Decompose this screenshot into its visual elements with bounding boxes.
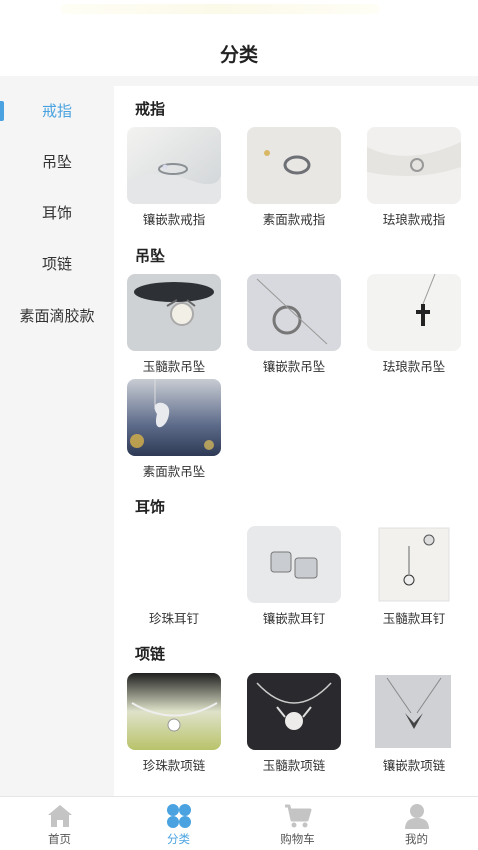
product-label: 镶嵌款戒指 xyxy=(142,212,206,227)
status-bar xyxy=(60,4,380,14)
product-image xyxy=(247,127,341,204)
sidebar-item-label: 耳饰 xyxy=(41,204,72,222)
product-label: 珍珠款项链 xyxy=(142,758,206,773)
sidebar-item-necklaces[interactable]: 项链 xyxy=(0,244,114,284)
product-image xyxy=(127,673,221,750)
product-label: 镶嵌款项链 xyxy=(382,758,446,773)
product-image xyxy=(367,127,461,204)
cart-icon xyxy=(284,803,312,829)
product-image xyxy=(367,673,461,750)
product-image xyxy=(367,274,461,351)
tab-label: 首页 xyxy=(48,832,71,846)
tab-label: 购物车 xyxy=(280,832,315,846)
product-image xyxy=(367,526,461,603)
product-image xyxy=(247,274,341,351)
sidebar-item-pendants[interactable]: 吊坠 xyxy=(0,142,114,182)
product-image xyxy=(127,274,221,351)
tab-cart[interactable]: 购物车 xyxy=(238,797,357,850)
sidebar-item-plain-epoxy[interactable]: 素面滴胶款 xyxy=(0,296,114,336)
product-image xyxy=(127,379,221,456)
section-title-pendants: 吊坠 xyxy=(135,247,166,265)
header: 分类 xyxy=(0,0,478,76)
tab-label: 我的 xyxy=(405,832,428,846)
sidebar-item-label: 戒指 xyxy=(41,102,72,120)
content-top-gap xyxy=(114,76,478,86)
product-label: 素面款吊坠 xyxy=(142,464,206,479)
tab-mine[interactable]: 我的 xyxy=(357,797,476,850)
product-label: 珍珠耳钉 xyxy=(148,611,199,626)
sidebar-item-label: 项链 xyxy=(41,255,72,273)
product-label: 珐琅款吊坠 xyxy=(382,359,446,374)
sidebar-item-rings[interactable]: 戒指 xyxy=(0,91,114,131)
sidebar-item-label: 素面滴胶款 xyxy=(19,307,95,325)
user-icon xyxy=(403,803,431,829)
product-image xyxy=(127,127,221,204)
section-title-necklaces: 项链 xyxy=(135,645,166,663)
product-image xyxy=(127,526,221,603)
product-image xyxy=(247,673,341,750)
sidebar-item-label: 吊坠 xyxy=(41,153,72,171)
product-label: 镶嵌款吊坠 xyxy=(262,359,326,374)
tab-label: 分类 xyxy=(167,832,190,846)
section-title-rings: 戒指 xyxy=(135,100,166,118)
product-label: 素面款戒指 xyxy=(262,212,326,227)
category-sidebar: 戒指 吊坠 耳饰 项链 素面滴胶款 xyxy=(0,76,114,796)
home-icon xyxy=(46,803,74,829)
product-label: 玉髓款吊坠 xyxy=(142,359,206,374)
sidebar-item-earrings[interactable]: 耳饰 xyxy=(0,193,114,233)
section-title-earrings: 耳饰 xyxy=(135,498,166,516)
page-title: 分类 xyxy=(219,44,258,66)
category-icon xyxy=(165,803,193,829)
product-label: 镶嵌款耳钉 xyxy=(262,611,326,626)
tab-home[interactable]: 首页 xyxy=(0,797,119,850)
product-label: 玉髓款耳钉 xyxy=(382,611,446,626)
product-label: 珐琅款戒指 xyxy=(382,212,446,227)
product-image xyxy=(247,526,341,603)
tab-category[interactable]: 分类 xyxy=(119,797,238,850)
bottom-tab-bar: 首页 分类 购物车 我的 xyxy=(0,796,478,850)
active-indicator xyxy=(0,101,4,121)
product-label: 玉髓款项链 xyxy=(262,758,326,773)
category-content: 戒指 镶嵌款戒指 素面款戒指 珐琅款戒指 吊坠 玉髓款吊坠 镶嵌款吊坠 珐琅款吊… xyxy=(114,76,478,796)
